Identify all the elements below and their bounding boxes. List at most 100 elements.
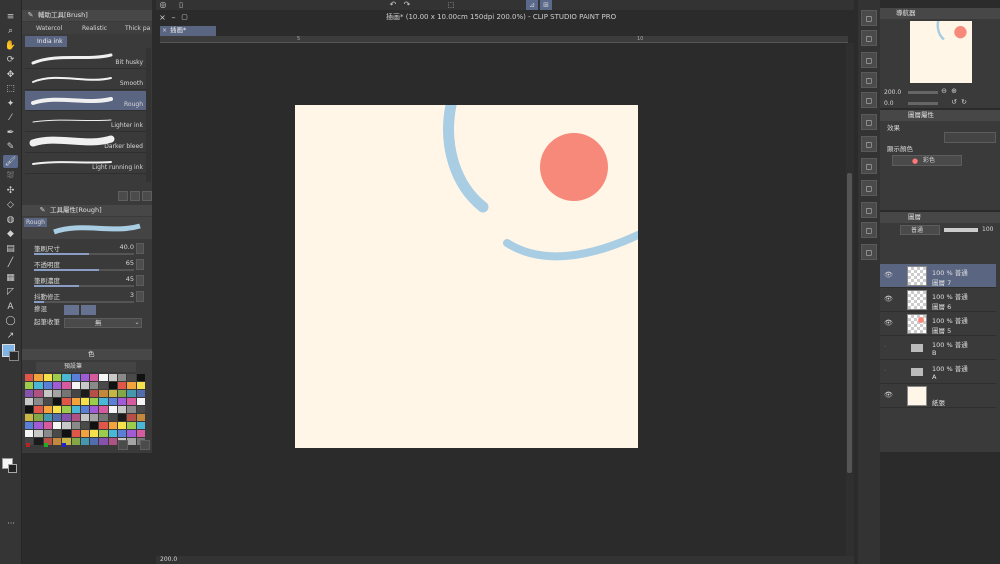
color-swatch[interactable] (99, 374, 108, 381)
layer-row[interactable]: 👁 100 % 普通 圖層 6 (880, 288, 996, 312)
hand-icon[interactable]: ✋ (3, 39, 18, 52)
layer-name[interactable]: 圖層 6 (932, 301, 951, 311)
property-value[interactable]: 40.0 (120, 243, 134, 251)
eyedropper-icon[interactable]: ⁄ (3, 112, 18, 125)
tab-watercolor[interactable]: Watercol (36, 24, 62, 33)
color-swatch[interactable] (118, 382, 127, 389)
color-swatch[interactable] (62, 390, 71, 397)
magic-wand-icon[interactable]: ✦ (3, 97, 18, 110)
color-swatch[interactable] (80, 398, 90, 405)
color-swatch[interactable] (108, 406, 118, 413)
layer-name[interactable]: B (932, 349, 936, 357)
eye-icon[interactable]: 👁 (884, 319, 893, 327)
color-swatch[interactable] (127, 422, 136, 429)
color-swatch[interactable] (34, 374, 43, 381)
color-swatch[interactable] (34, 430, 43, 437)
color-swatch[interactable] (136, 414, 145, 421)
color-swatch[interactable] (136, 382, 145, 389)
eye-icon[interactable]: 👁 (884, 391, 893, 399)
brush-item-lighter-ink[interactable]: Lighter ink (25, 112, 146, 132)
color-swatch[interactable] (25, 374, 34, 381)
property-stepper[interactable] (136, 243, 144, 254)
swatch-green[interactable] (44, 443, 48, 447)
layer-opacity-value[interactable]: 100 (982, 225, 993, 234)
more-icon[interactable]: ··· (4, 520, 18, 528)
swatch-dark-red[interactable] (26, 443, 30, 447)
rotate-icon[interactable]: ⟳ (3, 54, 18, 67)
property-stepper[interactable] (136, 291, 144, 302)
color-swatch[interactable] (43, 390, 52, 397)
maximize-icon[interactable]: ▢ (180, 13, 189, 22)
text-icon[interactable]: A (3, 300, 18, 313)
color-swatch[interactable] (127, 390, 136, 397)
menu-icon[interactable]: ≡ (3, 10, 18, 23)
color-swatch[interactable] (25, 390, 34, 397)
color-swatch[interactable] (136, 406, 145, 413)
eye-hidden-icon[interactable]: · (884, 367, 886, 375)
color-swatch[interactable] (62, 422, 71, 429)
color-swatch[interactable] (118, 414, 127, 421)
property-value[interactable]: 65 (126, 259, 134, 267)
color-swatch[interactable] (25, 430, 34, 437)
tab-thick-paint[interactable]: Thick pa (125, 24, 150, 33)
tab-close-icon[interactable]: × (161, 27, 168, 34)
gradient-icon[interactable]: ▤ (3, 242, 18, 255)
property-row[interactable]: 不透明度 65 (34, 259, 144, 271)
color-swatch[interactable] (90, 422, 99, 429)
color-swatch[interactable] (71, 414, 80, 421)
property-row[interactable]: 筆刷尺寸 40.0 (34, 243, 144, 255)
color-swatch[interactable] (80, 382, 90, 389)
layer-name[interactable]: 圖層 7 (932, 277, 951, 287)
color-swatch[interactable] (99, 390, 108, 397)
color-swatch[interactable] (127, 406, 136, 413)
pen-icon[interactable]: ✒ (3, 126, 18, 139)
color-swatch[interactable] (108, 398, 118, 405)
info-icon[interactable]: ◻ (861, 136, 877, 152)
swatch-blue[interactable] (62, 443, 66, 447)
history-icon[interactable]: ◻ (861, 92, 877, 108)
color-swatch[interactable] (118, 406, 127, 413)
redo-icon[interactable]: ↷ (402, 0, 412, 10)
rotate-right-icon[interactable]: ↻ (960, 98, 968, 106)
layer-row[interactable]: 👁 100 % 普通 圖層 5 (880, 312, 996, 336)
color-swatch[interactable] (80, 430, 90, 437)
layer-name[interactable]: 圖層 5 (932, 325, 951, 335)
color-swatch[interactable] (136, 374, 145, 381)
layer-row[interactable]: · 100 % 普通 A (880, 360, 996, 384)
brush-item-darker-bleed[interactable]: Darker bleed (25, 133, 146, 153)
brush-item-smooth[interactable]: Smooth (25, 70, 146, 90)
color-swatch[interactable] (118, 374, 127, 381)
color-swatch[interactable] (43, 430, 52, 437)
color-swatch[interactable] (71, 398, 80, 405)
layer-search-icon[interactable]: ◻ (861, 114, 877, 130)
color-swatch[interactable] (136, 430, 145, 437)
correct-line-icon[interactable]: ↗ (3, 329, 18, 342)
color-swatch[interactable] (99, 430, 108, 437)
blend-icon[interactable]: ◍ (3, 213, 18, 226)
copy-subtool-button[interactable] (130, 191, 140, 201)
color-swatch[interactable] (127, 398, 136, 405)
color-swatch[interactable] (25, 382, 34, 389)
color-swatch[interactable] (136, 398, 145, 405)
taper-select[interactable]: 無 ⌄ (64, 318, 142, 328)
new-subtool-button[interactable] (118, 191, 128, 201)
color-swatch[interactable] (90, 414, 99, 421)
color-swatch[interactable] (25, 398, 34, 405)
property-row[interactable]: 筆刷濃度 45 (34, 275, 144, 287)
navigator-preview[interactable] (910, 21, 972, 83)
color-set-tab-label[interactable]: 色 (88, 349, 95, 360)
color-swatch[interactable] (71, 406, 80, 413)
brush-item-rough[interactable]: Rough (25, 91, 146, 111)
document-tab[interactable]: 插画* × (160, 26, 216, 36)
material-icon[interactable]: ◻ (861, 72, 877, 88)
layer-panel-icon[interactable]: ◻ (861, 30, 877, 46)
color-swatch[interactable] (62, 374, 71, 381)
color-swatch[interactable] (71, 374, 80, 381)
color-swatch[interactable] (25, 406, 34, 413)
color-swatch[interactable] (99, 414, 108, 421)
background-swatch[interactable] (8, 464, 17, 473)
blend-color-option-1[interactable] (64, 305, 79, 315)
color-swatch[interactable] (127, 430, 136, 437)
delete-color-button[interactable] (140, 440, 150, 450)
color-swatch[interactable] (118, 422, 127, 429)
